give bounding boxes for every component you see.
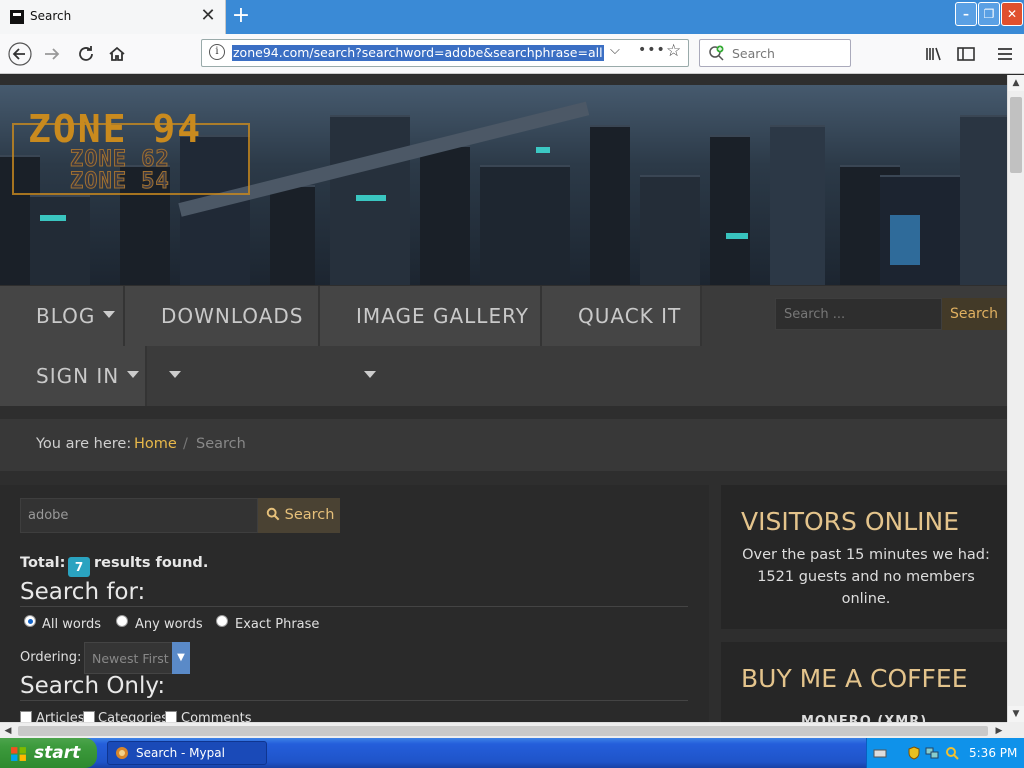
scrollbar-corner: [1007, 722, 1024, 738]
start-button[interactable]: start: [0, 738, 97, 768]
radio-all-words-label: All words: [42, 617, 101, 632]
system-tray: 5:36 PM: [866, 738, 1024, 768]
search-only-heading: Search Only:: [20, 673, 688, 701]
breadcrumb-current: Search: [196, 436, 246, 452]
checkbox-categories[interactable]: [83, 711, 95, 722]
caret-down-icon: [103, 311, 116, 318]
close-tab-icon[interactable]: ✕: [198, 5, 218, 26]
caret-down-icon: [127, 371, 140, 378]
vertical-scroll-thumb[interactable]: [1010, 97, 1022, 173]
web-page: ZONE 94 ZONE 62 ZONE 54 BLOG DOWNLOADS I…: [0, 75, 1007, 722]
breadcrumb-prefix: You are here:: [36, 436, 132, 452]
search-panel: adobe Search Total: 7 results found. Sea…: [0, 485, 709, 722]
scroll-down-icon[interactable]: ▼: [1008, 706, 1024, 722]
caret-down-icon: [364, 371, 376, 378]
breadcrumb-home-link[interactable]: Home: [134, 436, 177, 452]
search-button[interactable]: Search: [258, 498, 340, 533]
scroll-left-icon[interactable]: ◀: [0, 723, 16, 739]
maximize-button[interactable]: ❐: [978, 2, 1000, 26]
sidebar-icon[interactable]: [954, 42, 978, 66]
bookmark-star-icon[interactable]: ☆: [666, 41, 681, 61]
radio-any-words-label: Any words: [135, 617, 203, 632]
search-icon[interactable]: [945, 746, 959, 760]
horizontal-scroll-thumb[interactable]: [18, 726, 988, 736]
breadcrumb: You are here: Home / Search: [0, 419, 1007, 471]
menu-item-downloads[interactable]: DOWNLOADS: [125, 286, 320, 378]
search-placeholder: Search: [732, 46, 775, 61]
radio-exact-phrase[interactable]: [216, 615, 228, 627]
search-query-input[interactable]: adobe: [20, 498, 258, 533]
back-icon[interactable]: [8, 42, 32, 66]
keyboard-icon[interactable]: [873, 746, 887, 760]
logo-subtitle: ZONE 62 ZONE 54: [70, 147, 170, 194]
ordering-label: Ordering:: [20, 650, 82, 665]
checkbox-comments[interactable]: [165, 711, 177, 722]
buy-me-a-coffee-module: BUY ME A COFFEE MONERO (XMR): [721, 642, 1007, 722]
page-actions-icon[interactable]: •••: [638, 42, 666, 58]
browser-search-box[interactable]: Search: [699, 39, 851, 67]
navigation-toolbar: i zone94.com/search?searchword=adobe&sea…: [0, 34, 1024, 74]
chevron-down-icon[interactable]: ⌵: [610, 43, 620, 58]
visitors-online-title: VISITORS ONLINE: [741, 507, 960, 536]
shield-icon[interactable]: [907, 746, 921, 760]
checkbox-articles-label: Articles: [36, 711, 85, 722]
site-logo[interactable]: ZONE 94: [28, 107, 202, 151]
minimize-button[interactable]: –: [955, 2, 977, 26]
address-bar[interactable]: i zone94.com/search?searchword=adobe&sea…: [201, 39, 689, 67]
search-icon: [266, 507, 280, 521]
menu-item-blog[interactable]: BLOG: [0, 286, 125, 346]
taskbar-item-mypal[interactable]: Search - Mypal: [107, 741, 267, 765]
menu-item-image-gallery[interactable]: IMAGE GALLERY: [320, 286, 542, 378]
breadcrumb-separator: /: [183, 436, 188, 452]
tab-bar: Search ✕ + – ❐ ✕: [0, 0, 1024, 34]
search-for-heading: Search for:: [20, 579, 688, 607]
search-icon: [709, 45, 724, 61]
forward-icon[interactable]: [40, 42, 64, 66]
radio-all-words[interactable]: [24, 615, 36, 627]
visitors-online-module: VISITORS ONLINE Over the past 15 minutes…: [721, 485, 1007, 629]
checkbox-articles[interactable]: [20, 711, 32, 722]
reload-icon[interactable]: [74, 42, 98, 66]
tab-title: Search: [30, 9, 72, 23]
site-search-input[interactable]: Search ...: [775, 298, 942, 330]
taskbar: start Search - Mypal 5:36 PM: [0, 738, 1024, 768]
results-found-text: results found.: [94, 555, 209, 571]
tab-search[interactable]: Search ✕: [0, 0, 226, 34]
library-icon[interactable]: [922, 42, 946, 66]
monero-label: MONERO (XMR): [801, 714, 928, 722]
scroll-up-icon[interactable]: ▲: [1008, 75, 1024, 91]
url-text[interactable]: zone94.com/search?searchword=adobe&searc…: [232, 45, 604, 61]
visitors-online-text: Over the past 15 minutes we had: 1521 gu…: [742, 547, 990, 607]
vertical-scrollbar[interactable]: ▲ ▼: [1007, 75, 1024, 722]
menu-icon[interactable]: [993, 42, 1017, 66]
mypal-app-icon: [116, 747, 128, 759]
network-icon[interactable]: [925, 746, 939, 760]
results-count-badge: 7: [68, 557, 90, 577]
caret-down-icon: [169, 371, 181, 378]
site-banner: ZONE 94 ZONE 62 ZONE 54: [0, 85, 1007, 285]
radio-exact-phrase-label: Exact Phrase: [235, 617, 320, 632]
clock: 5:36 PM: [969, 746, 1018, 760]
site-info-icon[interactable]: i: [209, 44, 225, 60]
menu-item-quack-it[interactable]: QUACK IT: [542, 286, 702, 346]
site-favicon-icon: [10, 10, 24, 24]
checkbox-categories-label: Categories: [98, 711, 169, 722]
main-menu: BLOG DOWNLOADS IMAGE GALLERY QUACK IT SI…: [0, 286, 1007, 406]
horizontal-scrollbar[interactable]: ◀ ▶: [0, 722, 1007, 738]
radio-any-words[interactable]: [116, 615, 128, 627]
close-window-button[interactable]: ✕: [1001, 2, 1023, 26]
total-label: Total:: [20, 555, 66, 571]
buy-me-a-coffee-title: BUY ME A COFFEE: [741, 664, 968, 693]
new-tab-button[interactable]: +: [230, 3, 252, 28]
chevron-down-icon[interactable]: ▼: [172, 642, 190, 674]
site-search-button[interactable]: Search: [942, 298, 1006, 330]
home-icon[interactable]: [105, 42, 129, 66]
menu-item-sign-in[interactable]: SIGN IN: [0, 346, 147, 406]
windows-logo-icon: [11, 747, 26, 761]
checkbox-comments-label: Comments: [181, 711, 252, 722]
scroll-right-icon[interactable]: ▶: [991, 723, 1007, 739]
